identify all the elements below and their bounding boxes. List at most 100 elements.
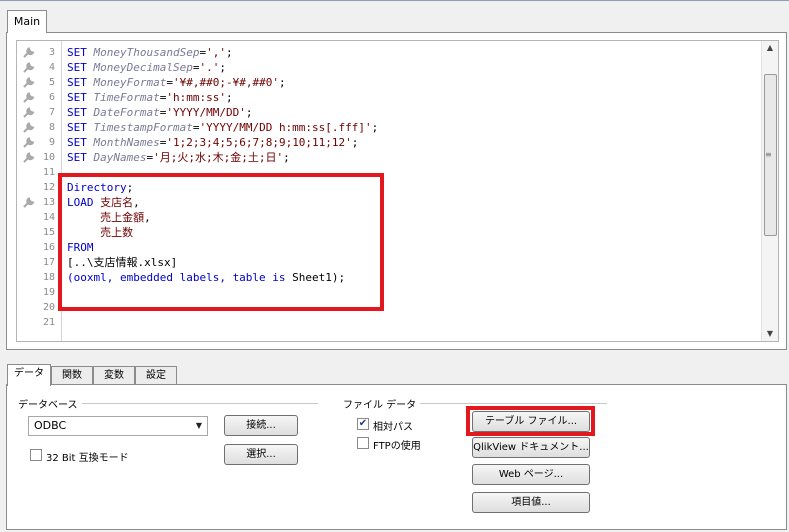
code-token: SET bbox=[67, 151, 94, 164]
tab-functions[interactable]: 関数 bbox=[51, 366, 93, 385]
wrench-icon[interactable] bbox=[22, 106, 36, 119]
gutter-line: 5 bbox=[17, 75, 61, 90]
line-number: 21 bbox=[42, 317, 55, 328]
code-token: SET bbox=[67, 121, 94, 134]
file-data-group-label: ファイル データ bbox=[343, 396, 421, 411]
gutter-line: 12 bbox=[17, 180, 61, 195]
gutter-line: 10 bbox=[17, 150, 61, 165]
web-page-button[interactable]: Web ページ... bbox=[472, 464, 590, 485]
code-line[interactable]: SET MoneyDecimalSep='.'; bbox=[67, 60, 226, 75]
bit32-checkbox[interactable] bbox=[30, 449, 42, 461]
select-button[interactable]: 選択... bbox=[224, 444, 298, 465]
code-token: ; bbox=[245, 106, 253, 119]
line-number: 7 bbox=[48, 107, 55, 118]
gutter-line: 15 bbox=[17, 225, 61, 240]
gutter-line: 6 bbox=[17, 90, 61, 105]
code-token: DayNames bbox=[93, 151, 147, 164]
gutter-line: 11 bbox=[17, 165, 61, 180]
code-token: ; bbox=[219, 61, 226, 74]
wrench-icon[interactable] bbox=[22, 91, 36, 104]
code-token: TimeFormat bbox=[93, 91, 160, 104]
gutter-line: 7 bbox=[17, 105, 61, 120]
code-line[interactable]: SET DayNames='月;火;水;木;金;土;日'; bbox=[67, 150, 290, 165]
tab-main[interactable]: Main bbox=[7, 10, 47, 33]
tab-variables[interactable]: 変数 bbox=[93, 366, 135, 385]
code-token: ; bbox=[225, 46, 233, 59]
line-number: 15 bbox=[42, 227, 55, 238]
code-token: ; bbox=[351, 136, 359, 149]
line-number: 12 bbox=[42, 182, 55, 193]
highlight-box-table-file bbox=[466, 406, 595, 436]
gutter-line: 20 bbox=[17, 300, 61, 315]
chevron-down-icon[interactable]: ▼ bbox=[196, 417, 202, 435]
code-line[interactable]: SET TimeFormat='h:mm:ss'; bbox=[67, 90, 233, 105]
relative-path-label: 相対パス bbox=[373, 422, 413, 433]
line-number: 4 bbox=[48, 62, 55, 73]
code-line[interactable]: SET MoneyFormat='¥#,##0;-¥#,##0'; bbox=[67, 75, 286, 90]
bit32-label: 32 Bit 互換モード bbox=[46, 453, 129, 464]
code-token: MoneyDecimalSep bbox=[93, 61, 193, 74]
wrench-icon[interactable] bbox=[22, 136, 36, 149]
gutter-line: 14 bbox=[17, 210, 61, 225]
wrench-icon[interactable] bbox=[22, 151, 36, 164]
code-token: TimestampFormat bbox=[93, 121, 193, 134]
window-top-border bbox=[0, 0, 789, 1]
relative-path-checkbox[interactable]: ✔ bbox=[357, 418, 369, 430]
code-token: SET bbox=[67, 61, 94, 74]
qlikview-document-button[interactable]: QlikView ドキュメント... bbox=[472, 437, 590, 458]
code-token: MoneyFormat bbox=[93, 76, 167, 89]
field-value-button[interactable]: 項目値... bbox=[472, 492, 590, 513]
scroll-down-icon[interactable]: ▼ bbox=[762, 327, 778, 341]
line-number: 18 bbox=[42, 272, 55, 283]
gutter-line: 13 bbox=[17, 195, 61, 210]
code-token: SET bbox=[67, 76, 94, 89]
wrench-icon[interactable] bbox=[22, 46, 36, 59]
tab-data[interactable]: データ bbox=[7, 364, 51, 386]
code-token: ; bbox=[371, 121, 379, 134]
wrench-icon[interactable] bbox=[22, 121, 36, 134]
connect-button[interactable]: 接続... bbox=[224, 415, 298, 436]
line-number: 9 bbox=[48, 137, 55, 148]
wrench-icon[interactable] bbox=[22, 196, 36, 209]
line-number: 11 bbox=[42, 167, 55, 178]
code-token: MonthNames bbox=[93, 136, 160, 149]
gutter-line: 17 bbox=[17, 255, 61, 270]
line-number: 3 bbox=[48, 47, 55, 58]
code-token: ; bbox=[278, 76, 286, 89]
code-line[interactable]: SET TimestampFormat='YYYY/MM/DD h:mm:ss[… bbox=[67, 120, 378, 135]
database-select[interactable]: ODBC ▼ bbox=[28, 416, 208, 436]
vertical-scrollbar[interactable]: ▲ ≡ ▼ bbox=[761, 41, 778, 341]
gutter-line: 8 bbox=[17, 120, 61, 135]
code-token: = bbox=[166, 76, 173, 89]
line-number: 17 bbox=[42, 257, 55, 268]
gutter-line: 19 bbox=[17, 285, 61, 300]
scroll-grip-icon: ≡ bbox=[765, 150, 772, 159]
code-token: '月;火;水;木;金;土;日' bbox=[153, 151, 284, 164]
line-number: 13 bbox=[42, 197, 55, 208]
scroll-up-icon[interactable]: ▲ bbox=[762, 41, 778, 55]
line-number: 5 bbox=[48, 77, 55, 88]
line-number: 20 bbox=[42, 302, 55, 313]
line-number: 14 bbox=[42, 212, 55, 223]
code-token: '¥#,##0;-¥#,##0' bbox=[172, 76, 279, 89]
code-line[interactable]: SET DateFormat='YYYY/MM/DD'; bbox=[67, 105, 252, 120]
ftp-label: FTPの使用 bbox=[373, 441, 421, 452]
code-line[interactable]: SET MoneyThousandSep=','; bbox=[67, 45, 233, 60]
code-token: '.' bbox=[199, 61, 220, 74]
code-token: 'YYYY/MM/DD' bbox=[166, 106, 246, 119]
code-token: DateFormat bbox=[93, 106, 160, 119]
gutter-line: 9 bbox=[17, 135, 61, 150]
gutter-line: 18 bbox=[17, 270, 61, 285]
gutter-line: 16 bbox=[17, 240, 61, 255]
ftp-checkbox[interactable] bbox=[357, 437, 369, 449]
wrench-icon[interactable] bbox=[22, 61, 36, 74]
tab-settings[interactable]: 設定 bbox=[135, 366, 177, 385]
line-number: 16 bbox=[42, 242, 55, 253]
code-token: 'YYYY/MM/DD h:mm:ss[.fff]' bbox=[199, 121, 372, 134]
highlight-box-load-statement bbox=[58, 173, 384, 311]
code-token: MoneyThousandSep bbox=[93, 46, 200, 59]
code-line[interactable]: SET MonthNames='1;2;3;4;5;6;7;8;9;10;11;… bbox=[67, 135, 358, 150]
code-token: ; bbox=[225, 91, 233, 104]
code-token: SET bbox=[67, 106, 94, 119]
wrench-icon[interactable] bbox=[22, 76, 36, 89]
